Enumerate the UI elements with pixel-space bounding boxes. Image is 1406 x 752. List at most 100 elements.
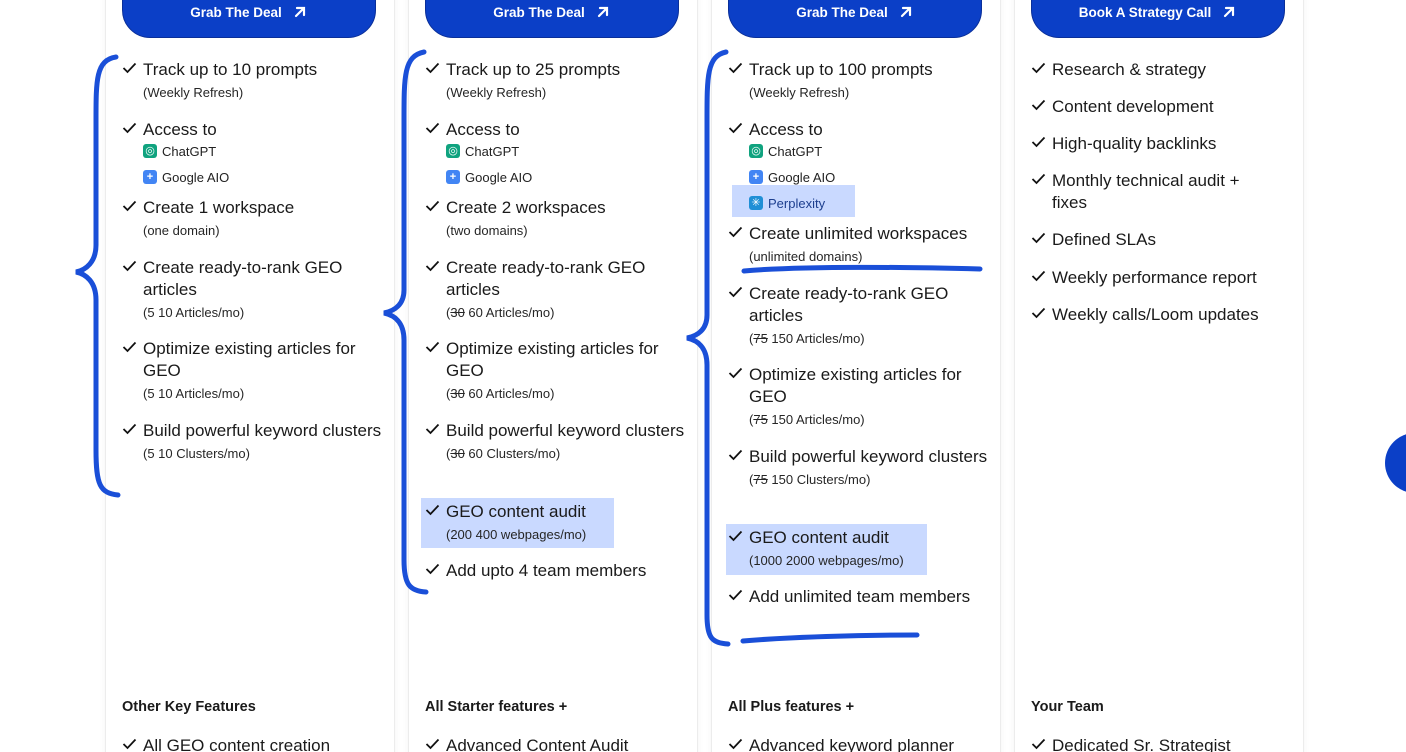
check-icon [122, 423, 137, 435]
check-icon [425, 200, 440, 212]
feature-sub: (75 150 Clusters/mo) [749, 472, 871, 487]
feature-title: Optimize existing articles for GEO [446, 339, 659, 380]
feature-title: Track up to 100 prompts [749, 60, 933, 79]
feature-title: Weekly performance report [1052, 268, 1257, 287]
feature-item: Research & strategy [1031, 59, 1293, 81]
feature-title: Monthly technical audit + fixes [1052, 171, 1240, 212]
section-heading: Other Key Features [122, 699, 256, 715]
llm-chatgpt: ◎ ChatGPT [143, 140, 384, 162]
feature-title: Advanced Content Audit [446, 736, 629, 752]
plan-card-3: Grab The Deal Track up to 100 prompts (W… [711, 0, 1001, 752]
google-aio-icon: + [749, 170, 763, 184]
check-icon [122, 260, 137, 272]
feature-title: Create ready-to-rank GEO articles [749, 284, 949, 325]
feature-sub: (Weekly Refresh) [446, 85, 547, 100]
feature-title: Add upto 4 team members [446, 561, 647, 580]
feature-item: Access to ◎ ChatGPT + Google AIO ✳ Perplexi… [728, 119, 990, 214]
check-icon [1031, 232, 1046, 244]
check-icon [122, 200, 137, 212]
feature-title: Create ready-to-rank GEO articles [446, 258, 646, 299]
feature-item: All GEO content creation [122, 735, 384, 752]
check-icon [425, 563, 440, 575]
feature-title: Create 2 workspaces [446, 198, 606, 217]
feature-sub: (5 10 Articles/mo) [143, 305, 245, 320]
feature-item: Optimize existing articles for GEO (30 6… [425, 338, 687, 402]
feature-title: High-quality backlinks [1052, 134, 1217, 153]
feature-sub: (one domain) [143, 223, 220, 238]
feature-sub: (unlimited domains) [749, 249, 863, 264]
feature-sub: (30 60 Articles/mo) [446, 305, 555, 320]
feature-title: Track up to 10 prompts [143, 60, 318, 79]
check-icon [425, 122, 440, 134]
feature-title: All GEO content creation [143, 736, 331, 752]
feature-item: Monthly technical audit + fixes [1031, 170, 1271, 214]
book-strategy-call-button[interactable]: Book A Strategy Call [1031, 0, 1285, 38]
check-icon [728, 367, 743, 379]
feature-title: Create ready-to-rank GEO articles [143, 258, 343, 299]
feature-sub: (Weekly Refresh) [143, 85, 244, 100]
floating-side-button[interactable] [1385, 433, 1406, 493]
chatgpt-icon: ◎ [446, 144, 460, 158]
feature-sub: (30 60 Articles/mo) [446, 386, 555, 401]
feature-item: Advanced Content Audit [425, 735, 687, 752]
cta-label: Grab The Deal [796, 5, 888, 20]
check-icon [1031, 99, 1046, 111]
check-icon [728, 449, 743, 461]
feature-item: Access to ◎ ChatGPT + Google AIO [122, 119, 384, 188]
feature-sub: (200 400 webpages/mo) [446, 527, 587, 542]
feature-title: Research & strategy [1052, 60, 1207, 79]
check-icon [728, 122, 743, 134]
check-icon [728, 589, 743, 601]
feature-item: Create 2 workspaces (two domains) [425, 197, 687, 239]
feature-item: Create ready-to-rank GEO articles (5 10 … [122, 257, 384, 321]
feature-item: Build powerful keyword clusters (75 150 … [728, 446, 990, 488]
check-icon [122, 738, 137, 750]
feature-item: Access to ◎ ChatGPT + Google AIO [425, 119, 687, 188]
feature-title: GEO content audit [446, 502, 586, 521]
feature-title: Access to [446, 120, 520, 139]
check-icon [728, 286, 743, 298]
plan-card-2: Grab The Deal Track up to 25 prompts (We… [408, 0, 698, 752]
feature-title: Optimize existing articles for GEO [143, 339, 356, 380]
chatgpt-icon: ◎ [749, 144, 763, 158]
section-heading: All Starter features + [425, 699, 568, 715]
section-heading: Your Team [1031, 699, 1104, 715]
check-icon [425, 260, 440, 272]
feature-sub: (5 10 Clusters/mo) [143, 446, 250, 461]
feature-item: Build powerful keyword clusters (5 10 Cl… [122, 420, 384, 462]
check-icon [122, 341, 137, 353]
google-aio-icon: + [143, 170, 157, 184]
check-icon [1031, 62, 1046, 74]
feature-item: GEO content audit (1000 2000 webpages/mo… [728, 527, 990, 569]
feature-sub: (75 150 Articles/mo) [749, 412, 865, 427]
feature-title: Build powerful keyword clusters [143, 421, 382, 440]
arrow-up-right-icon [294, 6, 305, 18]
feature-title: Advanced keyword planner [749, 736, 955, 752]
grab-deal-button[interactable]: Grab The Deal [122, 0, 376, 38]
llm-chatgpt: ◎ ChatGPT [749, 140, 990, 162]
grab-deal-button[interactable]: Grab The Deal [728, 0, 982, 38]
feature-item: Track up to 100 prompts (Weekly Refresh) [728, 59, 990, 101]
plan-card-4: Book A Strategy Call Research & strategy… [1014, 0, 1304, 752]
feature-item: GEO content audit (200 400 webpages/mo) [425, 501, 687, 543]
llm-google-aio: + Google AIO [143, 166, 384, 188]
google-aio-icon: + [446, 170, 460, 184]
section-heading: All Plus features + [728, 699, 855, 715]
cta-label: Book A Strategy Call [1078, 5, 1212, 20]
llm-perplexity: ✳ Perplexity [749, 192, 990, 214]
perplexity-icon: ✳ [749, 196, 763, 210]
check-icon [1031, 738, 1046, 750]
feature-title: Build powerful keyword clusters [749, 447, 988, 466]
feature-sub: (1000 2000 webpages/mo) [749, 553, 904, 568]
feature-title: Content development [1052, 97, 1214, 116]
check-icon [425, 738, 440, 750]
feature-item: Dedicated Sr. Strategist [1031, 735, 1293, 752]
feature-item: Create ready-to-rank GEO articles (30 60… [425, 257, 687, 321]
llm-google-aio: + Google AIO [446, 166, 687, 188]
feature-item: Track up to 25 prompts (Weekly Refresh) [425, 59, 687, 101]
feature-item: Create 1 workspace (one domain) [122, 197, 384, 239]
grab-deal-button[interactable]: Grab The Deal [425, 0, 679, 38]
feature-title: Build powerful keyword clusters [446, 421, 685, 440]
llm-chatgpt: ◎ ChatGPT [446, 140, 687, 162]
feature-item: High-quality backlinks [1031, 133, 1293, 155]
